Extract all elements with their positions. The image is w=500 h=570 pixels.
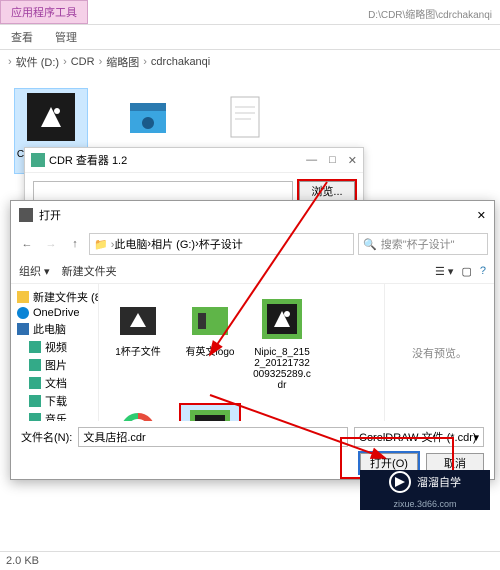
breadcrumb-seg[interactable]: 软件 (D:) (14, 54, 61, 70)
open-dialog: 打开 ✕ ← → ↑ 📁 › 此电脑 › 相片 (G:) › 杯子设计 🔍 搜索… (10, 200, 495, 480)
dialog-toolbar: 组织 ▾ 新建文件夹 ☰ ▾ ▢ ? (11, 259, 494, 284)
folder-icon (185, 294, 235, 344)
exe-icon (23, 89, 79, 145)
view-icon[interactable]: ☰ ▾ (435, 265, 453, 278)
breadcrumb-seg[interactable]: 缩略图 (104, 54, 141, 70)
sidebar-item[interactable]: 图片 (15, 356, 94, 374)
search-input[interactable]: 🔍 搜索"杯子设计" (358, 233, 488, 255)
txt-icon (217, 89, 273, 145)
sidebar-item-onedrive[interactable]: OneDrive (15, 306, 94, 320)
preview-pane: 没有预览。 (384, 284, 494, 421)
tab-view[interactable]: 查看 (0, 25, 44, 49)
cdr-icon (185, 405, 235, 421)
breadcrumb-seg[interactable]: CDR (69, 56, 97, 68)
preview-icon[interactable]: ▢ (461, 265, 471, 278)
back-button[interactable]: ← (17, 234, 37, 254)
sidebar-item[interactable]: 新建文件夹 (8 ^ (15, 288, 94, 306)
close-icon[interactable]: ✕ (477, 209, 486, 222)
app-icon (31, 153, 45, 167)
browse-button[interactable]: 浏览... (299, 181, 355, 201)
chevron-down-icon: ▾ (473, 431, 479, 444)
reg-icon (120, 89, 176, 145)
file-item-folder[interactable]: 有英文logo (181, 294, 239, 391)
filename-input[interactable]: 文具店招.cdr (78, 427, 348, 447)
dialog-navbar: ← → ↑ 📁 › 此电脑 › 相片 (G:) › 杯子设计 🔍 搜索"杯子设计… (11, 229, 494, 259)
close-icon[interactable]: ✕ (348, 154, 357, 167)
minimize-icon[interactable]: — (306, 154, 317, 167)
breadcrumb-seg[interactable]: cdrchakanqi (149, 56, 212, 68)
filename-label: 文件名(N): (21, 429, 72, 445)
dialog-breadcrumb[interactable]: 📁 › 此电脑 › 相片 (G:) › 杯子设计 (89, 233, 354, 255)
cdr-icon (257, 294, 307, 344)
cdr-path-input[interactable] (33, 181, 293, 201)
filetype-dropdown[interactable]: CorelDRAW 文件 (*.cdr) ▾ (354, 427, 484, 447)
file-item-cdr[interactable]: 文具店招.cdr (181, 405, 239, 421)
sidebar-item[interactable]: 文档 (15, 374, 94, 392)
file-item-cdr[interactable]: Nipic_8_2152_20121732009325289.cdr (253, 294, 311, 391)
tab-manage[interactable]: 管理 (44, 25, 88, 49)
maximize-icon[interactable]: □ (329, 154, 336, 167)
file-item-folder[interactable]: 1杯子文件 (109, 294, 167, 391)
ribbon-tabs-2: 查看 管理 (0, 25, 500, 50)
breadcrumb-sep: › (6, 56, 14, 68)
sidebar-item[interactable]: 下载 (15, 392, 94, 410)
statusbar: 2.0 KB (0, 551, 500, 570)
file-pane[interactable]: 1杯子文件 有英文logo Nipic_8_2152_2012173200932… (99, 284, 384, 421)
dialog-icon (19, 208, 33, 222)
newfolder-button[interactable]: 新建文件夹 (62, 263, 117, 279)
ribbon-tabs: 应用程序工具 D:\CDR\缩略图\cdrchakanqi (0, 0, 500, 25)
shortcut-icon: ↗ (113, 405, 163, 421)
watermark: 溜溜自学 zixue.3d66.com (360, 470, 490, 510)
sidebar-item[interactable]: 视频 (15, 338, 94, 356)
file-item-shortcut[interactable]: ↗ 访问啊图网 (109, 405, 167, 421)
organize-button[interactable]: 组织 ▾ (19, 263, 50, 279)
up-button[interactable]: ↑ (65, 234, 85, 254)
search-icon: 🔍 (363, 238, 377, 251)
open-dialog-titlebar[interactable]: 打开 ✕ (11, 201, 494, 229)
breadcrumb-bar[interactable]: › 软件 (D:) › CDR › 缩略图 › cdrchakanqi (0, 50, 500, 74)
help-icon[interactable]: ? (480, 265, 486, 278)
sidebar-item[interactable]: 音乐 (15, 410, 94, 421)
cdr-title-text: CDR 查看器 1.2 (49, 152, 127, 168)
cdr-viewer-window: CDR 查看器 1.2 — □ ✕ 浏览... (24, 147, 364, 207)
folder-icon (113, 294, 163, 344)
dialog-title: 打开 (39, 207, 61, 223)
forward-button[interactable]: → (41, 234, 61, 254)
play-icon (389, 471, 411, 493)
sidebar-item-thispc[interactable]: 此电脑 (15, 320, 94, 338)
cdr-titlebar[interactable]: CDR 查看器 1.2 — □ ✕ (25, 148, 363, 173)
tab-tools[interactable]: 应用程序工具 (0, 0, 88, 24)
sidebar: 新建文件夹 (8 ^ OneDrive 此电脑 视频 图片 文档 下载 音乐 桌… (11, 284, 99, 421)
window-path: D:\CDR\缩略图\cdrchakanqi (360, 3, 500, 24)
